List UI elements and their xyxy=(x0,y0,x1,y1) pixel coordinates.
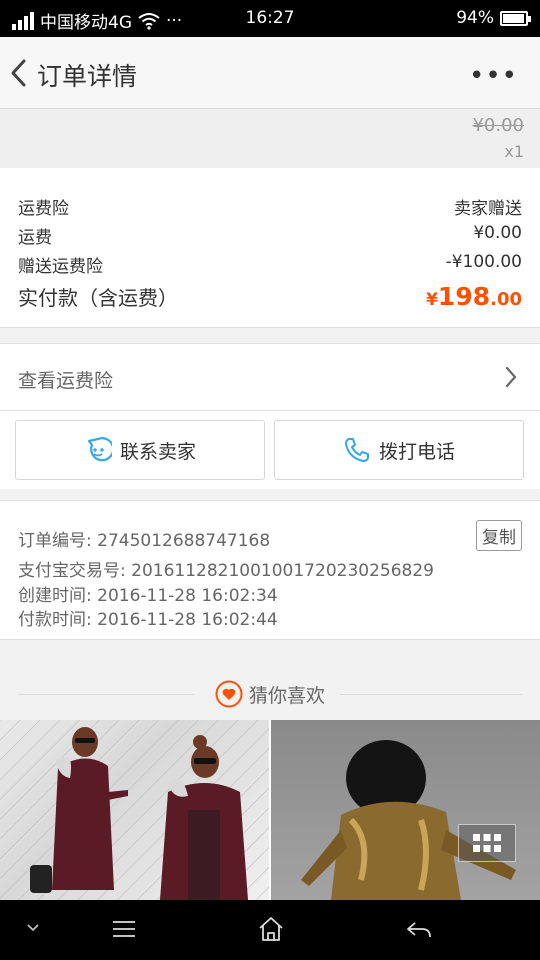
menu-icon[interactable] xyxy=(112,920,136,938)
battery-icon xyxy=(500,10,531,26)
total-integer: 198 xyxy=(437,282,491,311)
paid-time: 付款时间: 2016-11-28 16:02:44 xyxy=(18,610,278,630)
product-photo-coats xyxy=(0,720,269,900)
gift-insurance-value: -¥100.00 xyxy=(445,252,522,272)
recommend-title-wrap: 猜你喜欢 xyxy=(0,680,540,708)
total-price: ¥198.00 xyxy=(426,282,522,311)
copy-button[interactable]: 复制 xyxy=(476,520,522,551)
fee-row-insurance: 运费险 卖家赠送 xyxy=(18,194,522,219)
fee-row-total: 实付款（含运费） ¥198.00 xyxy=(18,282,522,311)
insurance-value: 卖家赠送 xyxy=(454,199,522,219)
shipping-label: 运费 xyxy=(18,228,52,248)
chevron-down-icon[interactable] xyxy=(26,922,40,934)
fee-row-gift-insurance: 赠送运费险 -¥100.00 xyxy=(18,252,522,277)
phone-icon xyxy=(344,438,369,462)
page-title: 订单详情 xyxy=(37,62,138,91)
view-insurance-link[interactable]: 查看运费险 xyxy=(0,343,540,411)
insurance-label: 运费险 xyxy=(18,199,69,219)
recommend-header: 猜你喜欢 xyxy=(0,670,540,720)
original-price: ¥0.00 xyxy=(472,115,524,136)
fee-section: 运费险 卖家赠送 运费 ¥0.00 赠送运费险 -¥100.00 实付款（含运费… xyxy=(0,168,540,328)
order-number: 订单编号: 2745012688747168 xyxy=(18,531,271,551)
grid-icon xyxy=(473,834,501,852)
created-time: 创建时间: 2016-11-28 16:02:34 xyxy=(18,586,278,606)
order-info-section: 订单编号: 2745012688747168 支付宝交易号: 201611282… xyxy=(0,500,540,640)
product-photo-jacket xyxy=(301,740,516,900)
more-menu-icon[interactable]: ••• xyxy=(469,61,518,91)
status-right: 94% xyxy=(456,8,531,28)
recommend-title: 猜你喜欢 xyxy=(248,684,325,707)
shipping-value: ¥0.00 xyxy=(473,223,522,243)
status-bar: 中国移动4G ··· 16:27 94% xyxy=(0,0,540,37)
total-label: 实付款（含运费） xyxy=(18,286,178,310)
navigation-bar: 订单详情 ••• xyxy=(0,37,540,109)
view-insurance-label: 查看运费险 xyxy=(18,370,114,392)
fee-row-shipping: 运费 ¥0.00 xyxy=(18,223,522,248)
call-phone-label: 拨打电话 xyxy=(378,440,455,463)
contact-seller-label: 联系卖家 xyxy=(119,440,196,463)
recommend-grid xyxy=(0,720,540,900)
contact-area: 联系卖家 拨打电话 xyxy=(0,411,540,489)
alipay-trade-number: 支付宝交易号: 2016112821001001720230256829 xyxy=(18,561,434,581)
contact-seller-button[interactable]: 联系卖家 xyxy=(15,420,265,480)
home-icon[interactable] xyxy=(258,916,284,942)
battery-percent: 94% xyxy=(456,8,494,28)
system-navigation-bar xyxy=(0,900,540,960)
chevron-right-icon xyxy=(505,366,517,388)
product-image-2[interactable] xyxy=(271,720,540,900)
total-decimal: .00 xyxy=(490,289,522,310)
total-currency: ¥ xyxy=(426,290,438,310)
grid-view-button[interactable] xyxy=(458,824,516,862)
product-image-1[interactable] xyxy=(0,720,269,900)
back-icon[interactable] xyxy=(406,920,432,940)
heart-icon xyxy=(215,680,243,708)
product-summary[interactable]: ¥0.00 x1 xyxy=(0,110,540,168)
back-arrow-icon[interactable] xyxy=(6,55,34,91)
chat-bubble-icon xyxy=(87,437,112,462)
gift-insurance-label: 赠送运费险 xyxy=(18,257,103,277)
call-phone-button[interactable]: 拨打电话 xyxy=(274,420,524,480)
quantity: x1 xyxy=(504,142,524,161)
